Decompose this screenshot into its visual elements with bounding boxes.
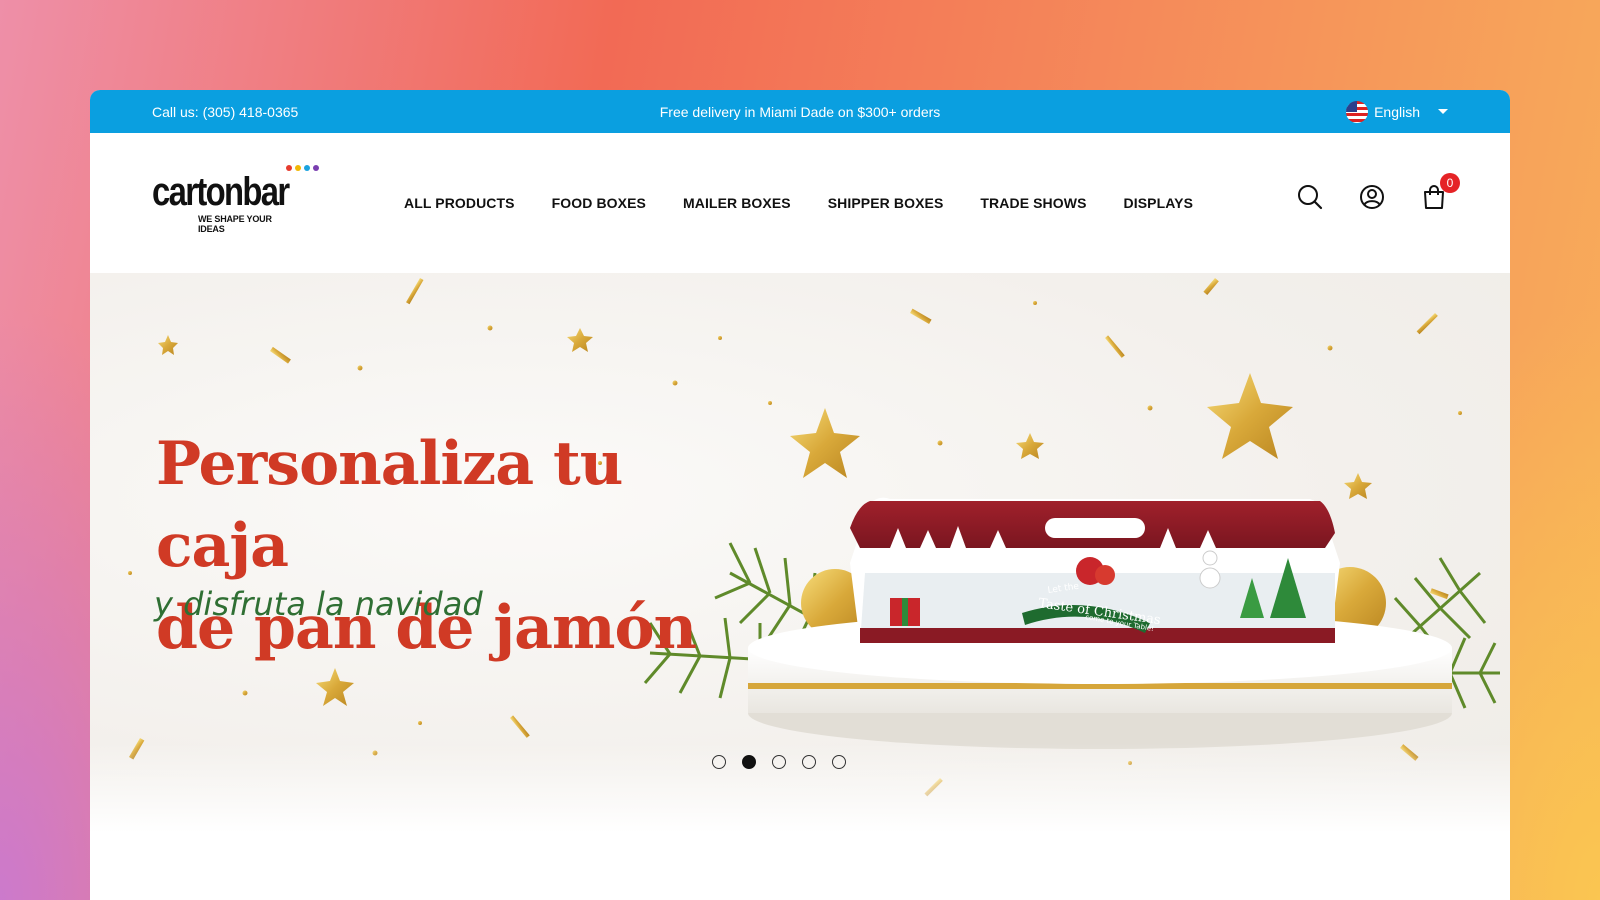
promo-text: Free delivery in Miami Dade on $300+ ord… [659, 103, 941, 120]
us-flag-icon [1346, 100, 1369, 123]
user-icon[interactable] [1358, 183, 1386, 211]
carousel-dot-2[interactable] [742, 755, 756, 769]
hero-subline: y disfruta la navidad [154, 585, 483, 623]
hero-headline: Personaliza tu caja de pan de jamón [156, 423, 756, 669]
christmas-box: Let the Taste of Christmas come to your … [850, 497, 1340, 643]
caret-down-icon [1438, 109, 1448, 114]
nav-all-products[interactable]: ALL PRODUCTS [404, 195, 515, 211]
logo-dot [313, 165, 319, 171]
page-below-hero [90, 833, 1510, 900]
carousel-dot-4[interactable] [802, 755, 816, 769]
main-header: cartonbar WE SHAPE YOUR IDEAS ALL PRODUC… [90, 133, 1510, 273]
nav-food-boxes[interactable]: FOOD BOXES [552, 195, 646, 211]
main-nav: ALL PRODUCTS FOOD BOXES MAILER BOXES SHI… [404, 195, 1193, 211]
hero-carousel: Let the Taste of Christmas come to your … [90, 273, 1510, 833]
carousel-dot-1[interactable] [712, 755, 726, 769]
logo-dot [295, 165, 301, 171]
carousel-pagination [712, 755, 846, 769]
carousel-dot-5[interactable] [832, 755, 846, 769]
nav-displays[interactable]: DISPLAYS [1124, 195, 1194, 211]
search-icon[interactable] [1296, 183, 1324, 211]
language-selector[interactable]: English [1346, 100, 1448, 123]
cart-count-badge: 0 [1440, 173, 1460, 193]
phone-link[interactable]: Call us: (305) 418-0365 [152, 104, 298, 120]
carousel-dot-3[interactable] [772, 755, 786, 769]
logo-dot [286, 165, 292, 171]
nav-shipper-boxes[interactable]: SHIPPER BOXES [828, 195, 944, 211]
browser-page: Call us: (305) 418-0365 Free delivery in… [90, 90, 1510, 900]
hero-headline-line1: Personaliza tu caja [156, 429, 623, 581]
nav-mailer-boxes[interactable]: MAILER BOXES [683, 195, 791, 211]
logo-color-dots [286, 165, 319, 171]
header-icons: 0 [1296, 173, 1460, 211]
logo-dot [304, 165, 310, 171]
logo-tagline: WE SHAPE YOUR IDEAS [198, 214, 272, 234]
shopping-bag-icon[interactable]: 0 [1420, 173, 1460, 211]
site-logo[interactable]: cartonbar WE SHAPE YOUR IDEAS [152, 172, 292, 234]
nav-trade-shows[interactable]: TRADE SHOWS [980, 195, 1086, 211]
logo-wordmark: cartonbar [152, 170, 290, 214]
top-announcement-bar: Call us: (305) 418-0365 Free delivery in… [90, 90, 1510, 133]
language-label: English [1374, 103, 1420, 120]
